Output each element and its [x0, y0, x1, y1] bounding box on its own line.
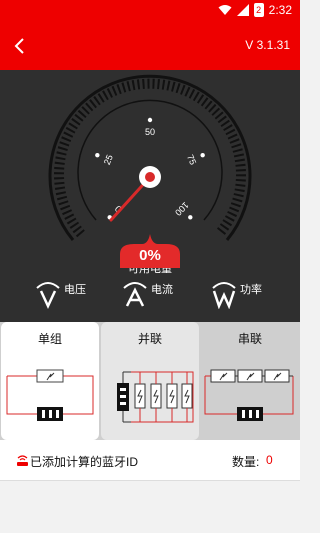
gauge-panel: 0 25 50 75 100 可用电量 0% 电压 电流 功率: [0, 70, 300, 322]
gauge-tick-dot: [200, 152, 205, 158]
gauge-tick-ring: [54, 78, 246, 238]
metric-power-label: 功率: [240, 284, 262, 296]
bluetooth-device-list: [0, 481, 300, 533]
chevron-left-icon: [14, 38, 24, 54]
signal-icon: [236, 4, 249, 16]
tab-series-label: 串联: [237, 332, 262, 346]
parallel-circuit-diagram: [117, 371, 194, 423]
tab-parallel[interactable]: 并联: [101, 322, 199, 440]
status-time: 2:32: [268, 3, 292, 17]
tab-single[interactable]: 单组: [1, 322, 99, 440]
tab-series[interactable]: 串联: [201, 322, 299, 440]
gauge-tick-label: 75: [185, 153, 198, 166]
gauge-hub-center: [145, 172, 155, 182]
tab-single-label: 单组: [37, 332, 62, 346]
gauge-tick-label: 100: [173, 200, 191, 218]
device-count-label: 数量:: [232, 455, 260, 469]
percent-value: 0%: [139, 247, 161, 264]
app-toolbar: V 3.1.31: [0, 22, 300, 70]
series-circuit-diagram: [204, 369, 294, 421]
power-icon: [212, 282, 236, 309]
gauge-tick-label: 25: [102, 153, 115, 166]
current-icon: [123, 282, 147, 307]
gauge-tick-dot: [147, 117, 153, 123]
mode-tabs: 单组 并联 串联: [0, 322, 300, 440]
router-icon: [17, 455, 28, 466]
voltage-icon: [36, 282, 60, 309]
gauge-tick-dot: [188, 215, 193, 220]
battery-level: 2: [256, 5, 262, 15]
gauge-tick-dot: [95, 152, 100, 158]
device-count-value: 0: [266, 453, 273, 467]
back-button[interactable]: [6, 32, 34, 60]
single-circuit-diagram: [6, 369, 94, 421]
metric-voltage-label: 电压: [64, 284, 86, 296]
wifi-icon: [218, 5, 232, 15]
bluetooth-list-title: 已添加计算的蓝牙ID: [30, 455, 139, 469]
tab-parallel-label: 并联: [137, 332, 162, 346]
metric-current-label: 电流: [151, 284, 173, 296]
status-icons: 2 2:32: [218, 3, 292, 17]
battery-icon: 2: [253, 3, 264, 17]
bluetooth-list-header: 已添加计算的蓝牙ID 数量: 0: [0, 440, 300, 481]
status-bar: 2 2:32: [0, 0, 300, 22]
app-version: V 3.1.31: [245, 38, 290, 52]
gauge-tick-label: 50: [145, 127, 155, 137]
